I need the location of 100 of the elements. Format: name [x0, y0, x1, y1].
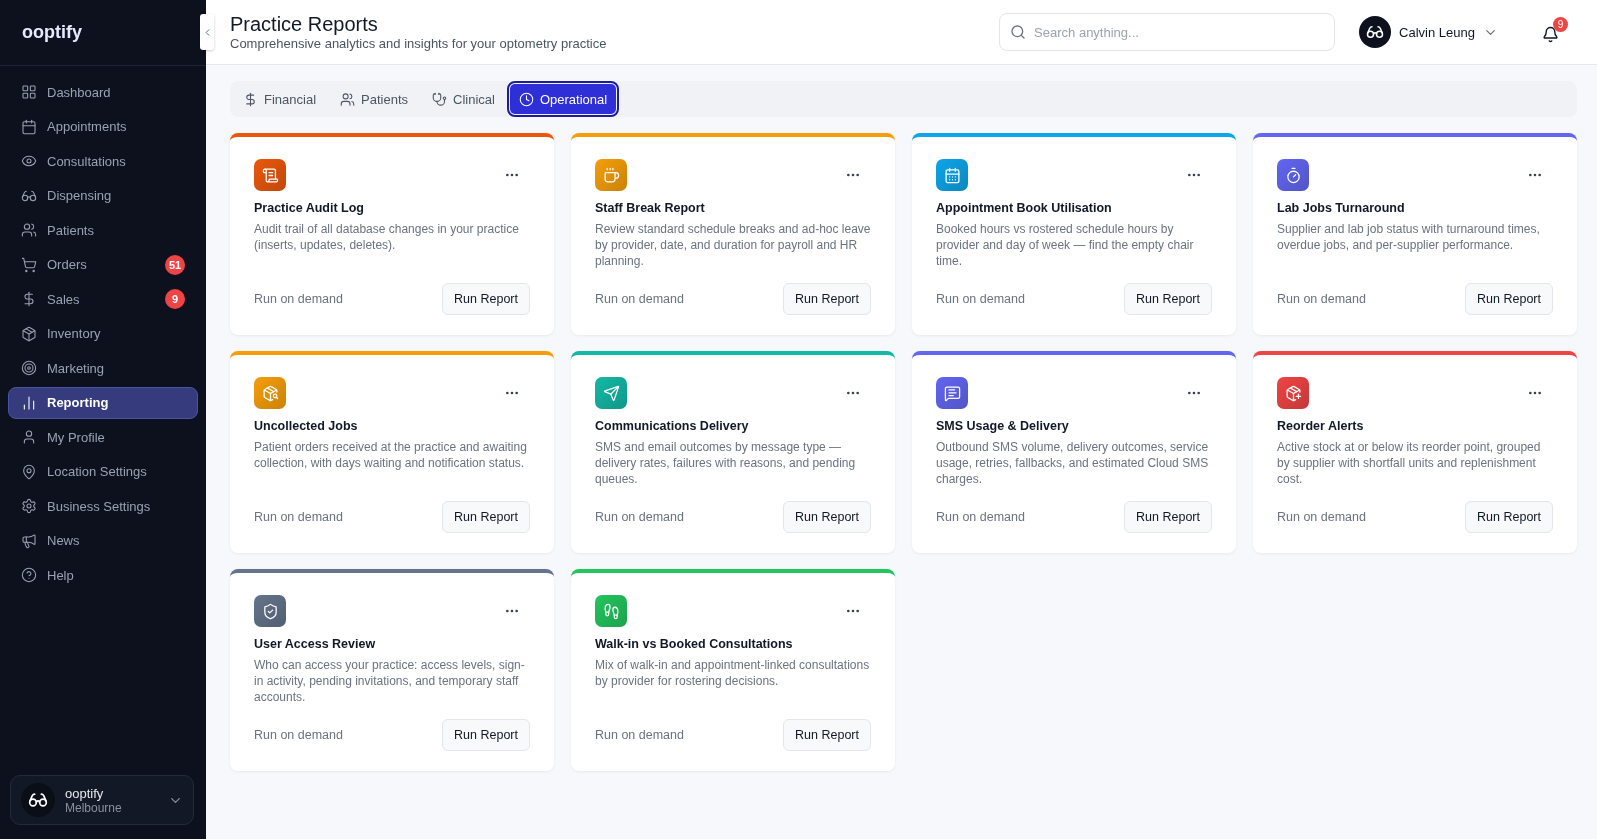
sidebar-item[interactable]: Patients [8, 214, 198, 247]
report-description: Booked hours vs rostered schedule hours by provider and day of week — find the empty chair time. [936, 221, 1195, 270]
run-report-button[interactable]: Run Report [442, 719, 530, 751]
tab[interactable]: Operational [509, 84, 617, 114]
report-title: Walk-in vs Booked Consultations [595, 637, 794, 651]
tab[interactable]: Clinical [423, 84, 504, 114]
run-report-button[interactable]: Run Report [1124, 501, 1212, 533]
schedule-text: Run on demand [595, 292, 684, 306]
sidebar-item[interactable]: Orders 51 [8, 248, 198, 281]
package-plus-icon [1284, 384, 1302, 402]
sidebar-item[interactable]: Reporting [8, 386, 198, 419]
map-pin-icon [21, 463, 37, 480]
stopwatch-icon [1284, 166, 1302, 184]
run-report-button[interactable]: Run Report [1124, 283, 1212, 315]
schedule-text: Run on demand [936, 292, 1025, 306]
user-menu[interactable]: Calvin Leung [1359, 16, 1498, 48]
stethoscope-icon [432, 91, 447, 107]
tab[interactable]: Financial [234, 84, 326, 114]
box-icon [21, 325, 37, 342]
report-description: Active stock at or below its reorder point, grouped by supplier with shortfall units and replenishment cost. [1277, 439, 1542, 488]
report-title: Appointment Book Utilisation [936, 201, 1113, 215]
run-report-button[interactable]: Run Report [442, 501, 530, 533]
sidebar-item[interactable]: Consultations [8, 145, 198, 178]
report-description: Mix of walk-in and appointment-linked consultations by provider for rostering decisions. [595, 657, 871, 690]
schedule-text: Run on demand [595, 510, 684, 524]
schedule-text: Run on demand [595, 728, 684, 742]
report-title: User Access Review [254, 637, 377, 651]
run-report-button[interactable]: Run Report [442, 283, 530, 315]
sidebar-item[interactable]: Dispensing [8, 179, 198, 212]
location-name: ooptify [65, 785, 105, 801]
coffee-cup-icon [602, 166, 620, 184]
sidebar-item[interactable]: News [8, 524, 198, 557]
message-icon [943, 384, 961, 402]
bell-icon [1542, 26, 1559, 43]
sidebar-item[interactable]: Dashboard [8, 76, 198, 109]
calendar-icon [21, 118, 37, 135]
report-description: Review standard schedule breaks and ad-hoc leave by provider, date, and duration for payroll and HR planning. [595, 221, 871, 270]
sidebar-item[interactable]: Sales 9 [8, 283, 198, 316]
report-description: Outbound SMS volume, delivery outcomes, service usage, retries, fallbacks, and estimated Cloud SMS charges. [936, 439, 1210, 488]
glasses-icon [1366, 23, 1385, 41]
run-report-button[interactable]: Run Report [783, 501, 871, 533]
schedule-text: Run on demand [1277, 510, 1366, 524]
report-title: SMS Usage & Delivery [936, 419, 1070, 433]
cart-icon [21, 256, 37, 273]
glasses-icon [28, 790, 48, 810]
sidebar-item[interactable]: Appointments [8, 110, 198, 143]
schedule-text: Run on demand [254, 728, 343, 742]
search-field[interactable]: Search anything... [999, 13, 1336, 51]
users-icon [340, 91, 356, 107]
clock-icon [518, 91, 534, 107]
scroll-icon [261, 166, 279, 184]
schedule-text: Run on demand [254, 510, 343, 524]
sidebar-item[interactable]: Help [8, 559, 198, 592]
megaphone-icon [21, 532, 37, 549]
run-report-button[interactable]: Run Report [1465, 283, 1553, 315]
package-search-icon [261, 384, 279, 402]
run-report-button[interactable]: Run Report [1465, 501, 1553, 533]
dollar-icon [243, 91, 258, 107]
help-icon [21, 567, 37, 584]
footprints-icon [602, 602, 620, 620]
users-icon [21, 222, 37, 239]
page-title: Practice Reports [230, 13, 379, 36]
settings-icon [21, 498, 37, 515]
tab[interactable]: Patients [331, 84, 417, 114]
count-badge: 51 [165, 254, 185, 275]
report-title: Reorder Alerts [1277, 419, 1365, 433]
dashboard-icon [21, 84, 37, 101]
report-title: Uncollected Jobs [254, 419, 359, 433]
location-place: Melbourne [65, 800, 123, 815]
report-description: Who can access your practice: access levels, sign-in activity, pending invitations, and temporary staff accounts. [254, 657, 526, 706]
user-icon [21, 429, 37, 446]
search-icon [1010, 24, 1027, 40]
dollar-icon [21, 291, 37, 308]
report-description: SMS and email outcomes by message type — delivery rates, failures with reasons, and pending queues. [595, 439, 857, 488]
report-description: Patient orders received at the practice and awaiting collection, with days waiting and notification status. [254, 439, 528, 472]
shield-check-icon [261, 602, 279, 620]
location-switcher[interactable]: ooptify Melbourne [10, 775, 194, 825]
notification-count: 9 [1553, 17, 1568, 32]
report-title: Communications Delivery [595, 419, 750, 433]
sidebar-item[interactable]: Marketing [8, 352, 198, 385]
paper-plane-icon [602, 384, 620, 402]
report-description: Supplier and lab job status with turnaround times, overdue jobs, and per-supplier performance. [1277, 221, 1541, 254]
report-title: Practice Audit Log [254, 201, 365, 215]
schedule-text: Run on demand [254, 292, 343, 306]
report-title: Staff Break Report [595, 201, 706, 215]
count-badge: 9 [165, 289, 185, 310]
sidebar-item[interactable]: Inventory [8, 317, 198, 350]
sidebar-item[interactable]: Business Settings [8, 490, 198, 523]
sidebar-item[interactable]: Location Settings [8, 455, 198, 488]
bar-chart-icon [21, 394, 37, 411]
schedule-text: Run on demand [936, 510, 1025, 524]
run-report-button[interactable]: Run Report [783, 719, 871, 751]
report-title: Lab Jobs Turnaround [1277, 201, 1406, 215]
schedule-text: Run on demand [1277, 292, 1366, 306]
notifications-button[interactable]: 9 [1538, 17, 1568, 47]
report-description: Audit trail of all database changes in your practice (inserts, updates, deletes). [254, 221, 520, 254]
calendar-icon [943, 166, 961, 184]
run-report-button[interactable]: Run Report [783, 283, 871, 315]
page-subtitle: Comprehensive analytics and insights for your optometry practice [230, 36, 608, 51]
sidebar-item[interactable]: My Profile [8, 421, 198, 454]
